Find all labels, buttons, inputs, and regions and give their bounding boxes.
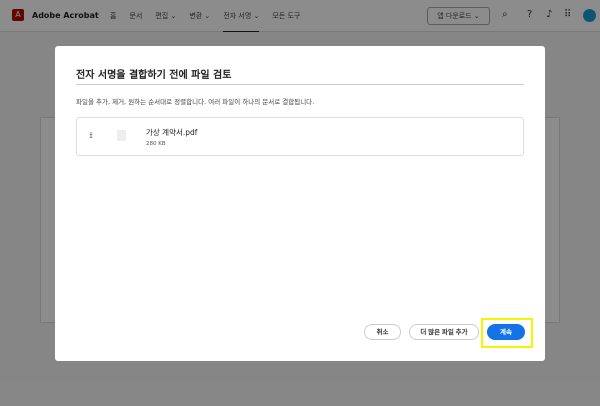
combine-review-dialog: 전자 서명을 결합하기 전에 파일 검토 파일을 추가, 제거, 원하는 순서대… xyxy=(55,46,545,361)
dialog-description: 파일을 추가, 제거, 원하는 순서대로 정렬합니다. 여러 파일이 하나의 문… xyxy=(76,98,315,106)
add-more-files-button[interactable]: 더 많은 파일 추가 xyxy=(409,324,479,340)
drag-handle-icon[interactable]: ⁞⁞ xyxy=(89,131,93,140)
file-thumbnail-icon xyxy=(117,130,126,141)
highlight-box xyxy=(481,318,533,348)
cancel-button[interactable]: 취소 xyxy=(364,324,401,340)
file-size: 280 KB xyxy=(146,141,166,147)
dialog-title: 전자 서명을 결합하기 전에 파일 검토 xyxy=(76,70,232,81)
file-name: 가상 계약서.pdf xyxy=(146,128,198,137)
file-list-item[interactable]: ⁞⁞ 가상 계약서.pdf 280 KB xyxy=(76,117,524,156)
divider xyxy=(76,84,524,85)
